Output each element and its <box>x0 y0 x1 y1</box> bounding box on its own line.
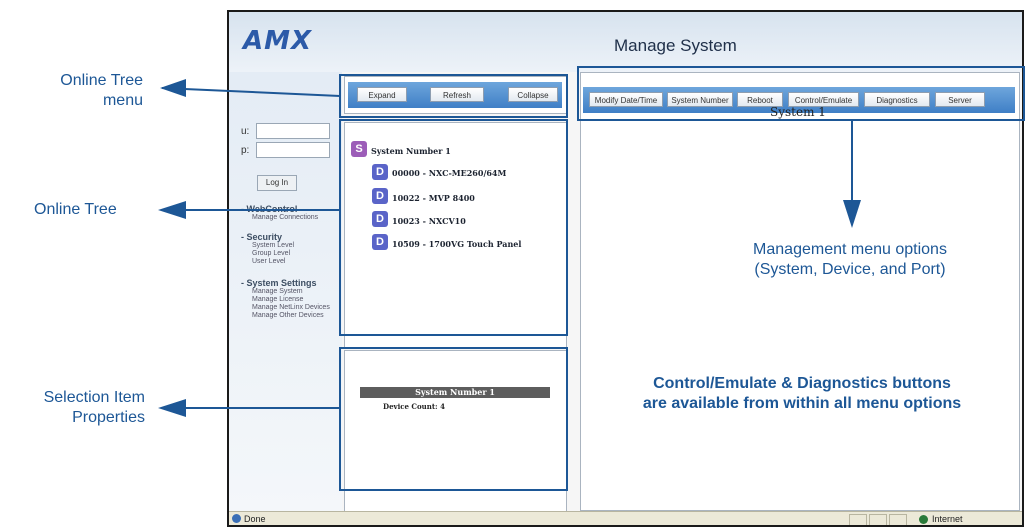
server-button[interactable]: Server <box>935 92 985 107</box>
callout-management-menu: Management menu options (System, Device,… <box>690 240 1010 280</box>
tree-node-device[interactable]: 10023 - NXCV10 <box>392 216 466 226</box>
tree-node-device[interactable]: 10022 - MVP 8400 <box>392 193 475 203</box>
arrowhead-tree <box>158 201 186 219</box>
nav-heading-webcontrol[interactable]: - WebControl <box>241 204 297 214</box>
password-input[interactable] <box>256 142 330 158</box>
device-icon: D <box>372 164 388 180</box>
nav-heading-system-settings[interactable]: - System Settings <box>241 278 317 288</box>
online-tree-panel: S System Number 1 D 00000 - NXC-ME260/64… <box>344 122 567 348</box>
nav-item-group-level[interactable]: Group Level <box>252 250 290 257</box>
callout-line: Control/Emulate & Diagnostics buttons <box>653 375 951 392</box>
amx-logo: AMX <box>243 26 313 56</box>
nav-heading-security[interactable]: - Security <box>241 232 282 242</box>
online-tree-menu-panel: Expand Refresh Collapse <box>344 76 567 114</box>
status-segment <box>889 514 907 525</box>
device-icon: D <box>372 188 388 204</box>
system-number-button[interactable]: System Number <box>667 92 733 107</box>
management-panel: Modify Date/Time System Number Reboot Co… <box>580 72 1020 511</box>
sidebar: u: p: Log In - WebControl Manage Connect… <box>229 72 342 512</box>
nav-item-manage-other-devices[interactable]: Manage Other Devices <box>252 312 324 319</box>
modify-date-time-button[interactable]: Modify Date/Time <box>589 92 663 107</box>
nav-item-manage-connections[interactable]: Manage Connections <box>252 214 318 221</box>
callout-line: Selection Item <box>43 389 145 406</box>
callout-line: are available from within all menu optio… <box>642 395 962 412</box>
arrowhead-tree-menu <box>160 79 186 97</box>
nav-item-system-level[interactable]: System Level <box>252 242 294 249</box>
user-label: u: <box>241 126 250 137</box>
nav-item-manage-license[interactable]: Manage License <box>252 296 303 303</box>
login-button[interactable]: Log In <box>257 175 297 191</box>
nav-item-user-level[interactable]: User Level <box>252 258 285 265</box>
nav-item-manage-system[interactable]: Manage System <box>252 288 303 295</box>
callout-control-note: Control/Emulate & Diagnostics buttons ar… <box>580 374 1024 414</box>
tree-node-device[interactable]: 00000 - NXC-ME260/64M <box>392 168 506 178</box>
status-segment <box>849 514 867 525</box>
expand-button[interactable]: Expand <box>357 87 407 102</box>
password-label: p: <box>241 145 250 156</box>
system-label: System 1 <box>770 105 826 119</box>
page-title: Manage System <box>614 36 737 55</box>
properties-panel: System Number 1 Device Count: 4 <box>344 350 567 512</box>
callout-line: Management menu options <box>753 241 947 258</box>
device-count: Device Count: 4 <box>383 402 445 411</box>
zone-text: Internet <box>932 514 963 524</box>
device-icon: D <box>372 211 388 227</box>
arrowhead-properties <box>158 399 186 417</box>
user-input[interactable] <box>256 123 330 139</box>
app-banner: AMX Manage System <box>229 12 1022 72</box>
status-bar: Done Internet <box>229 511 1022 525</box>
device-icon: D <box>372 234 388 250</box>
callout-line: Properties <box>72 409 145 426</box>
callout-online-tree: Online Tree <box>34 201 117 218</box>
tree-node-system[interactable]: System Number 1 <box>371 146 451 156</box>
properties-header: System Number 1 <box>360 387 550 398</box>
system-icon: S <box>351 141 367 157</box>
callout-line: menu <box>102 92 143 109</box>
callout-line: Online Tree <box>60 72 143 89</box>
nav-item-manage-netlinx-devices[interactable]: Manage NetLinx Devices <box>252 304 330 311</box>
tree-menu-toolbar: Expand Refresh Collapse <box>348 82 562 108</box>
collapse-button[interactable]: Collapse <box>508 87 558 102</box>
tree-node-device[interactable]: 10509 - 1700VG Touch Panel <box>392 239 521 249</box>
refresh-button[interactable]: Refresh <box>430 87 484 102</box>
callout-online-tree-menu: Online Tree menu <box>15 71 143 111</box>
diagnostics-button[interactable]: Diagnostics <box>864 92 930 107</box>
callout-line: (System, Device, and Port) <box>754 261 946 278</box>
globe-icon <box>919 515 928 524</box>
status-text: Done <box>244 514 266 524</box>
callout-selection-properties: Selection Item Properties <box>3 388 145 428</box>
page-icon <box>232 514 241 523</box>
status-segment <box>869 514 887 525</box>
